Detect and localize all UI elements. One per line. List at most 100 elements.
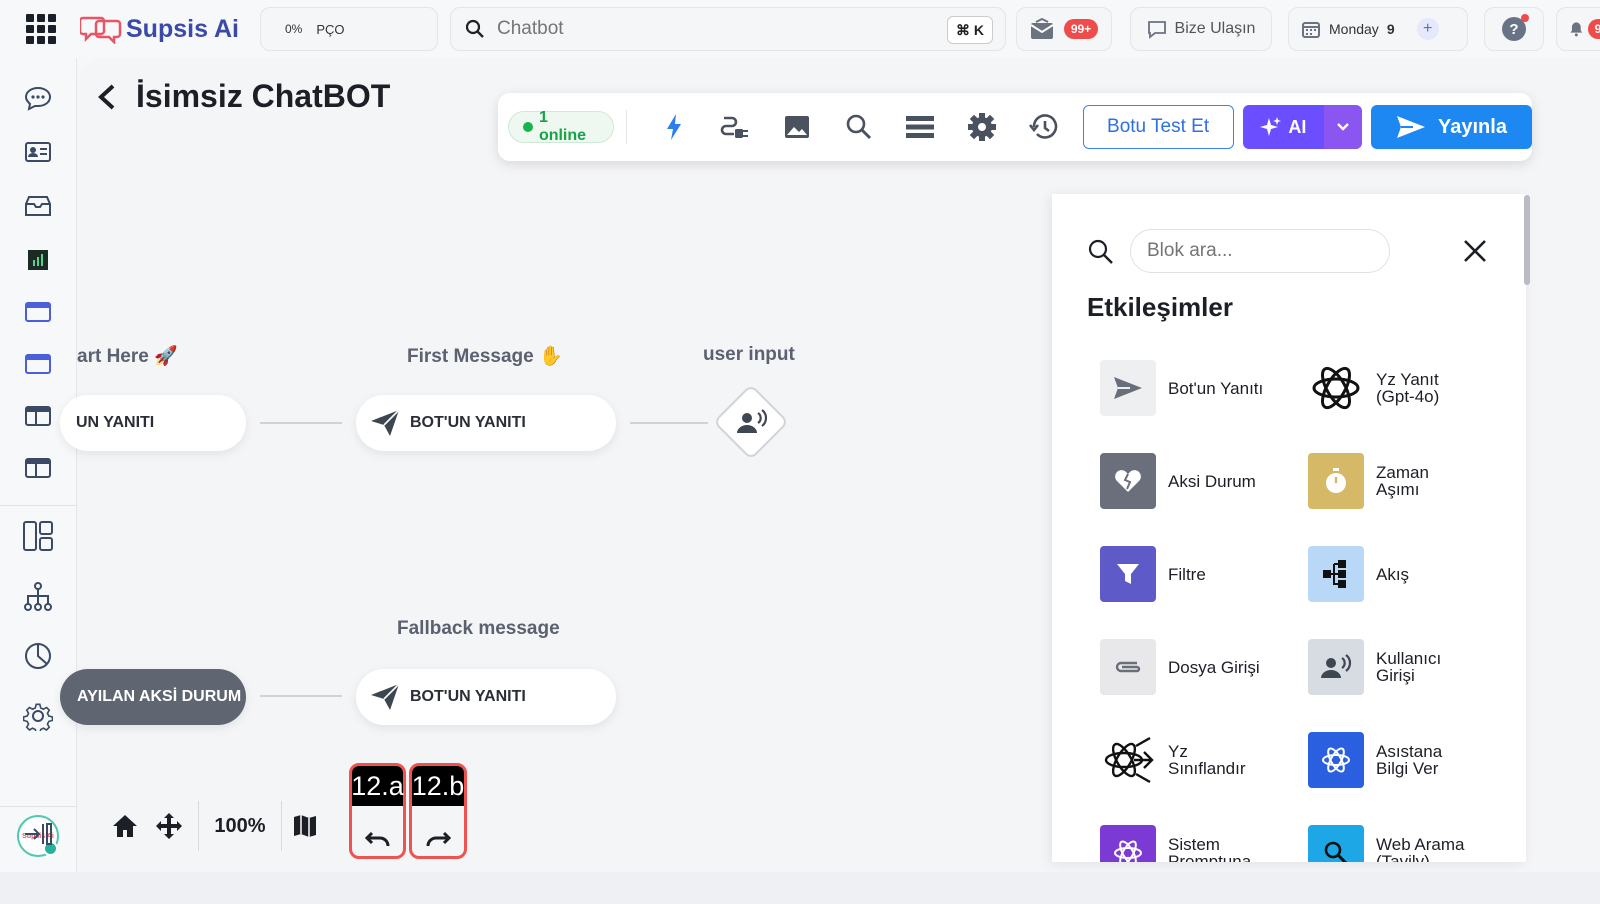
start-node[interactable]: UN YANITI <box>60 395 246 451</box>
block-label: Bot'un Yanıtı <box>1168 378 1264 398</box>
block-flow[interactable]: Akış <box>1308 546 1508 602</box>
redo-button[interactable]: 12.b <box>409 763 467 859</box>
window-icon <box>25 354 51 374</box>
search-icon <box>465 19 484 38</box>
panels-icon <box>23 521 53 551</box>
move-icon <box>156 813 182 839</box>
integrations-button[interactable] <box>705 105 767 149</box>
sidebar-item-analytics[interactable] <box>21 639 55 673</box>
canvas-controls: 100% <box>100 790 328 862</box>
bell-icon <box>1570 22 1583 37</box>
sidebar-item-settings[interactable] <box>21 699 55 733</box>
block-system-prompt[interactable]: Sistem Promptuna <box>1100 825 1300 862</box>
start-node-text: UN YANITI <box>76 414 155 431</box>
section-title: Etkileşimler <box>1087 292 1233 322</box>
variables-button[interactable] <box>890 105 952 149</box>
publish-button[interactable]: Yayınla <box>1370 105 1533 149</box>
block-web-search[interactable]: Web Arama (Tavily) <box>1308 825 1508 862</box>
home-button[interactable] <box>100 796 150 856</box>
block-user-input[interactable]: Kullanıcı Girişi <box>1308 639 1508 695</box>
sidebar-item-contacts[interactable] <box>21 135 55 169</box>
minimap-button[interactable] <box>282 796 328 856</box>
broken-heart-icon <box>1100 453 1156 509</box>
sidebar-item-flows[interactable] <box>21 580 55 614</box>
block-label: Filtre <box>1168 564 1206 584</box>
connector <box>260 695 342 697</box>
bottom-strip <box>0 872 1600 904</box>
collapse-sidebar-button[interactable] <box>21 817 55 851</box>
block-label: Yz Sınıflandır <box>1168 742 1246 778</box>
editor-toolbar: 1 online Botu Test Et AI Yayınla <box>498 93 1533 161</box>
pan-button[interactable] <box>150 796 188 856</box>
app-logo[interactable]: Supsis Ai <box>80 12 239 46</box>
apps-grid-icon[interactable] <box>26 14 56 44</box>
block-label: Aksi Durum <box>1168 471 1256 491</box>
sidebar-item-reports[interactable] <box>21 243 55 277</box>
inbox-button[interactable]: 99+ <box>1016 7 1112 51</box>
lightning-icon <box>666 114 681 140</box>
fallback-start-node[interactable]: AYILAN AKSİ DURUM <box>60 669 246 725</box>
zoom-level[interactable]: 100% <box>199 796 281 856</box>
contact-card-icon <box>25 142 51 162</box>
send-icon <box>1100 360 1156 416</box>
collapse-icon <box>25 823 52 845</box>
global-search-input[interactable] <box>497 18 927 40</box>
chat-bubbles-logo-icon <box>80 16 122 44</box>
ai-dropdown-button[interactable] <box>1324 105 1362 149</box>
undo-button[interactable]: 12.a <box>349 763 406 859</box>
sidebar: Supsis Ai <box>0 58 77 894</box>
fallback-message-node-text: BOT'UN YANITI <box>410 688 526 705</box>
block-ai-classify[interactable]: Yz Sınıflandır <box>1100 732 1300 788</box>
notifications-button[interactable]: 99 <box>1556 7 1600 51</box>
settings-button[interactable] <box>951 105 1013 149</box>
block-timeout[interactable]: Zaman Aşımı <box>1308 453 1508 509</box>
mail-icon <box>1030 18 1054 39</box>
sidebar-divider <box>0 806 77 807</box>
block-search-input[interactable] <box>1130 229 1390 273</box>
block-ai-reply[interactable]: Yz Yanıt (Gpt-4o) <box>1308 360 1508 416</box>
block-bot-reply[interactable]: Bot'un Yanıtı <box>1100 360 1300 416</box>
first-message-node[interactable]: BOT'UN YANITI <box>356 395 616 451</box>
sparkle-icon <box>1260 117 1282 136</box>
block-inform-assistant[interactable]: Asıstana Bilgi Ver <box>1308 732 1508 788</box>
paperclip-icon <box>1100 639 1156 695</box>
add-event-button[interactable]: + <box>1416 18 1439 40</box>
block-fallback[interactable]: Aksi Durum <box>1100 453 1300 509</box>
sidebar-item-chats[interactable] <box>21 81 55 115</box>
page-header: İsimsiz ChatBOT <box>96 78 390 115</box>
undo-icon <box>352 830 403 848</box>
triggers-button[interactable] <box>643 105 705 149</box>
search-button[interactable] <box>828 105 890 149</box>
test-bot-button[interactable]: Botu Test Et <box>1082 105 1234 149</box>
flow-icon <box>1308 546 1364 602</box>
redo-tag: 12.b <box>412 766 464 806</box>
sidebar-item-archive[interactable] <box>21 189 55 223</box>
contact-button[interactable]: Bize Ulaşın <box>1130 7 1272 51</box>
panel-scrollbar[interactable] <box>1524 195 1530 285</box>
sidebar-item-window-2[interactable] <box>21 347 55 381</box>
sidebar-item-layout-2[interactable] <box>21 451 55 485</box>
sidebar-item-window-1[interactable] <box>21 295 55 329</box>
help-button[interactable]: ? <box>1484 7 1544 51</box>
sidebar-item-layout-1[interactable] <box>21 399 55 433</box>
history-button[interactable] <box>1013 105 1075 149</box>
block-label: Dosya Girişi <box>1168 657 1260 677</box>
fallback-message-node[interactable]: BOT'UN YANITI <box>356 669 616 725</box>
openai-purple-icon <box>1100 825 1156 862</box>
fallback-label: Fallback message <box>397 618 560 639</box>
close-icon[interactable] <box>1463 239 1487 263</box>
progress-percent: 0% <box>285 22 303 36</box>
block-file-input[interactable]: Dosya Girişi <box>1100 639 1300 695</box>
block-filter[interactable]: Filtre <box>1100 546 1300 602</box>
app-name: Supsis Ai <box>126 14 239 43</box>
progress-pill[interactable]: 0% PÇO <box>260 7 438 51</box>
ai-button[interactable]: AI <box>1242 105 1325 149</box>
sidebar-item-panels[interactable] <box>21 519 55 553</box>
image-icon <box>785 116 810 138</box>
openai-branch-icon <box>1100 732 1156 788</box>
date-pill[interactable]: Monday 9 + <box>1288 7 1468 51</box>
media-button[interactable] <box>766 105 828 149</box>
back-arrow-icon[interactable] <box>96 83 118 111</box>
global-search[interactable]: ⌘ K <box>450 7 1006 51</box>
user-voice-icon <box>732 406 772 438</box>
